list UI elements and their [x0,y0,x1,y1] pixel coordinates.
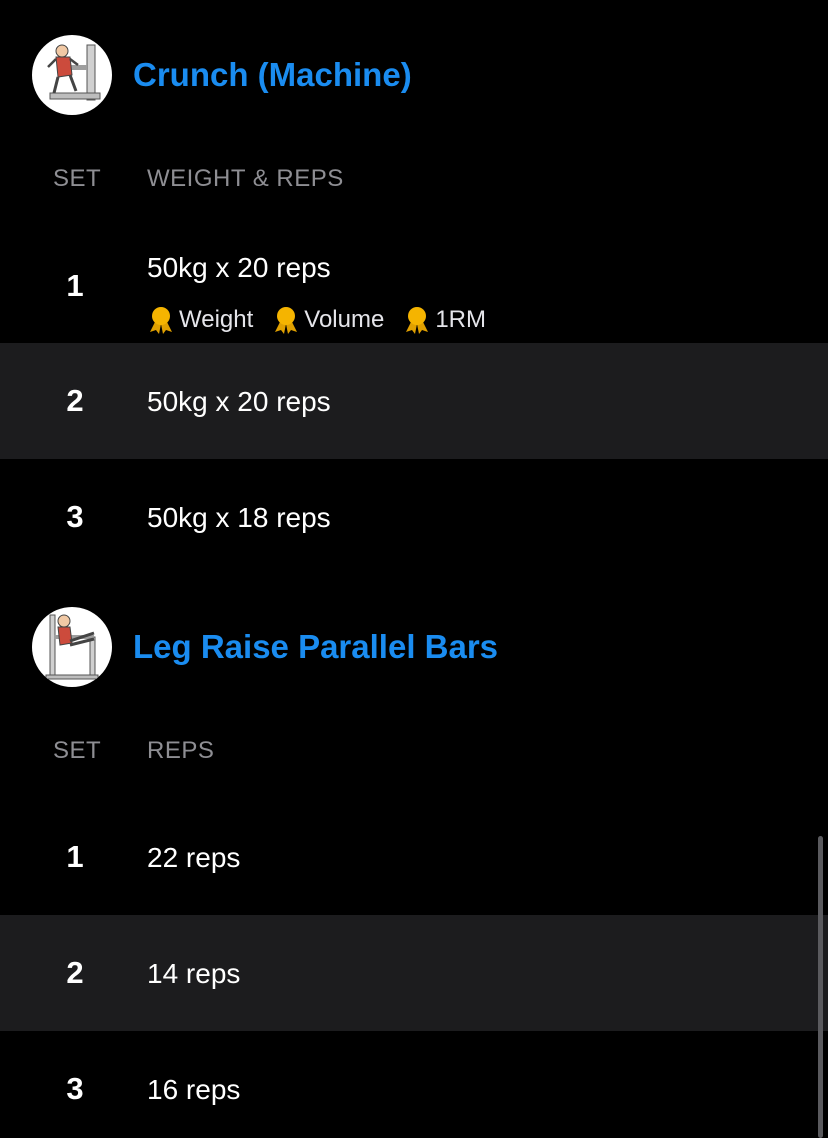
pr-label: 1RM [435,306,486,333]
set-number: 2 [66,383,84,418]
pr-volume: Volume [272,305,384,335]
set-row: 1 22 reps [0,800,828,915]
set-row: 2 14 reps [0,915,828,1031]
personal-records: Weight Volume 1RM [147,302,505,338]
weight-reps-column-header: WEIGHT & REPS [147,165,344,192]
set-column-header: SET [53,165,102,192]
column-headers: SET REPS [0,731,828,771]
set-row: 1 50kg x 20 reps Weight Volume 1RM [0,228,828,343]
set-value: 50kg x 18 reps [147,502,331,533]
set-row: 3 50kg x 18 reps [0,459,828,575]
medal-icon [275,307,298,334]
column-headers: SET WEIGHT & REPS [0,159,828,199]
set-number: 1 [66,839,84,874]
exercise-title[interactable]: Leg Raise Parallel Bars [133,627,498,667]
crunch-machine-illustration-icon [32,35,112,115]
set-row: 2 50kg x 20 reps [0,343,828,459]
set-value: 14 reps [147,958,241,989]
set-value: 50kg x 20 reps [147,252,331,283]
set-row: 3 16 reps [0,1031,828,1138]
set-value: 22 reps [147,842,241,873]
set-number: 3 [66,1071,84,1106]
set-value: 16 reps [147,1074,241,1105]
exercise-header-leg-raise[interactable]: Leg Raise Parallel Bars [0,607,828,687]
pr-1rm: 1RM [403,305,486,335]
set-column-header: SET [53,737,102,764]
exercise-header-crunch-machine[interactable]: Crunch (Machine) [0,35,828,115]
set-value: 50kg x 20 reps [147,386,331,417]
reps-column-header: REPS [147,737,215,764]
scrollbar[interactable] [818,836,823,1138]
set-number: 1 [66,268,84,303]
set-number: 2 [66,955,84,990]
pr-weight: Weight [147,305,253,335]
exercise-title[interactable]: Crunch (Machine) [133,55,412,95]
medal-icon [150,307,172,334]
pr-label: Weight [179,306,254,333]
medal-icon [406,307,429,334]
set-number: 3 [66,499,84,534]
leg-raise-parallel-bars-illustration-icon [32,607,112,687]
pr-label: Volume [304,306,385,333]
